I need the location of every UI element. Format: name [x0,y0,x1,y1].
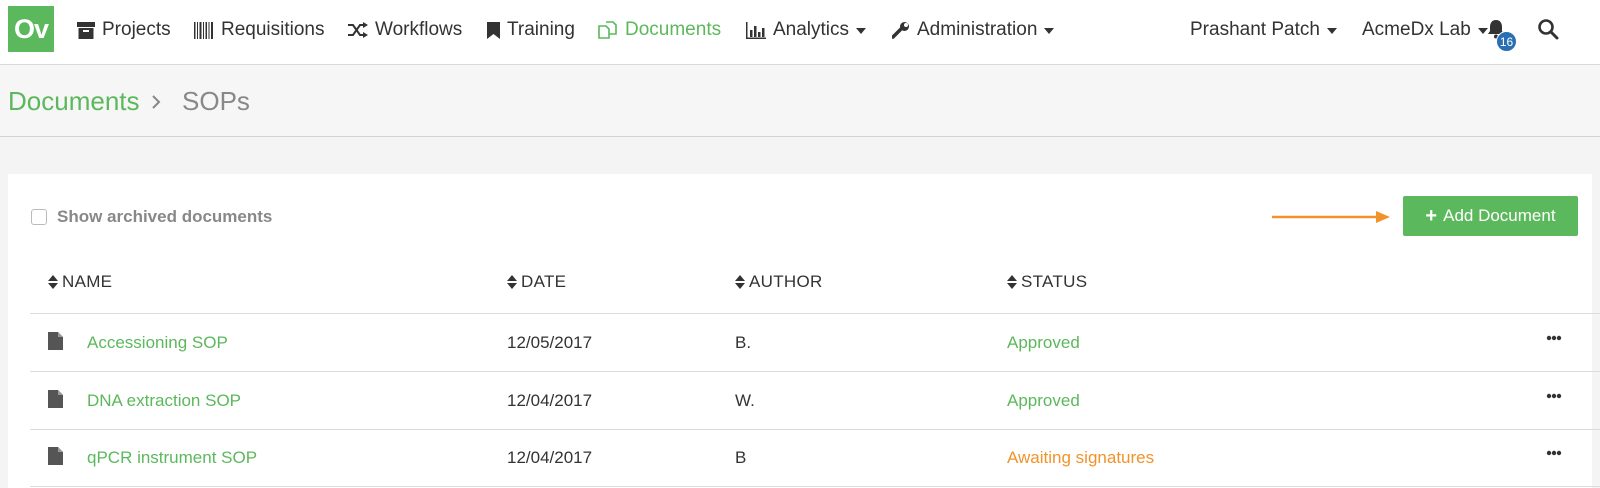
column-header-date[interactable]: DATE [507,272,566,292]
column-header-label: AUTHOR [749,272,823,291]
chevron-down-icon [856,28,867,34]
table-divider [30,371,1600,372]
search-button[interactable] [1537,18,1561,42]
column-header-label: NAME [62,272,113,291]
document-author: B. [735,333,752,352]
show-archived-label: Show archived documents [57,207,273,226]
sort-icon [507,275,517,289]
bookmark-icon [487,21,500,39]
table-divider [30,486,1600,487]
nav-documents[interactable]: Documents [598,17,721,43]
document-status: Awaiting signatures [1007,448,1155,467]
chevron-right-icon [152,95,161,109]
app-logo[interactable]: Ov [8,6,54,52]
lab-menu[interactable]: AcmeDx Lab [1362,17,1488,43]
archive-icon [77,21,95,39]
chevron-down-icon [1044,28,1055,34]
add-document-label: Add Document [1443,206,1556,225]
document-author: W. [735,391,755,410]
sort-icon [735,275,745,289]
document-icon [48,390,63,408]
annotation-arrow-icon [1272,211,1390,223]
more-options-icon[interactable] [1546,335,1562,341]
document-status: Approved [1007,333,1080,352]
shuffle-icon [348,22,368,38]
nav-projects-label: Projects [102,19,171,40]
document-status: Approved [1007,391,1080,410]
wrench-icon [892,22,909,39]
document-icon [48,447,63,465]
sort-icon [48,275,58,289]
chevron-down-icon [1326,28,1337,34]
nav-projects[interactable]: Projects [77,17,171,43]
nav-analytics[interactable]: Analytics [746,17,867,43]
document-date: 12/04/2017 [507,448,593,467]
nav-requisitions[interactable]: Requisitions [194,17,325,43]
document-name-link[interactable]: qPCR instrument SOP [87,448,257,468]
add-document-button[interactable]: + Add Document [1403,196,1578,236]
column-header-label: STATUS [1021,272,1088,291]
more-options-icon[interactable] [1546,393,1562,399]
nav-analytics-label: Analytics [773,19,850,40]
top-navbar: Ov Projects Requisitions Workflows Train… [0,0,1600,65]
nav-workflows[interactable]: Workflows [348,17,462,43]
nav-administration[interactable]: Administration [892,17,1055,43]
show-archived-checkbox[interactable] [31,209,47,225]
breadcrumb-current: SOPs [182,86,250,116]
table-divider [30,429,1600,430]
more-options-icon[interactable] [1546,450,1562,456]
search-icon [1538,19,1559,40]
column-header-name[interactable]: NAME [48,272,112,292]
bar-chart-icon [746,21,766,39]
plus-icon: + [1425,204,1438,227]
notifications-button[interactable]: 16 [1487,17,1521,53]
nav-training[interactable]: Training [487,17,575,43]
nav-requisitions-label: Requisitions [221,19,325,40]
document-author: B [735,448,747,467]
nav-documents-label: Documents [625,19,722,40]
document-icon [48,332,63,350]
nav-administration-label: Administration [917,19,1038,40]
user-name: Prashant Patch [1190,19,1320,40]
nav-training-label: Training [507,19,575,40]
document-name-link[interactable]: DNA extraction SOP [87,391,241,411]
breadcrumb-documents[interactable]: Documents [8,86,140,117]
document-name-link[interactable]: Accessioning SOP [87,333,228,353]
show-archived-toggle[interactable]: Show archived documents [31,207,272,227]
lab-name: AcmeDx Lab [1362,19,1471,40]
column-header-status[interactable]: STATUS [1007,272,1087,292]
notification-badge: 16 [1496,31,1517,52]
table-divider [30,313,1600,314]
files-icon [598,21,617,39]
column-header-author[interactable]: AUTHOR [735,272,823,292]
sort-icon [1007,275,1017,289]
nav-workflows-label: Workflows [375,19,463,40]
column-header-label: DATE [521,272,567,291]
barcode-icon [194,21,213,39]
user-menu[interactable]: Prashant Patch [1190,17,1337,43]
document-date: 12/04/2017 [507,391,593,410]
document-date: 12/05/2017 [507,333,593,352]
